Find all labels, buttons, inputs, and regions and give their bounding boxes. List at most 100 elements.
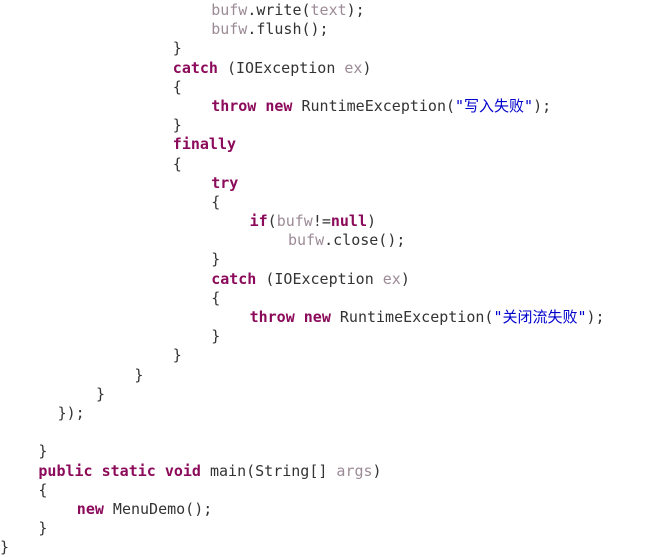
code-line[interactable]: }	[0, 538, 670, 557]
code-line[interactable]: {	[0, 193, 670, 212]
code-token-type: IOException	[274, 269, 374, 288]
code-line[interactable]: }	[0, 327, 670, 346]
code-token-punct	[374, 270, 383, 288]
code-token-punct: {	[172, 77, 182, 96]
code-token-punct: }	[96, 384, 106, 403]
code-line[interactable]: throw new RuntimeException("关闭流失败");	[0, 308, 670, 327]
code-token-punct: }	[172, 39, 182, 58]
code-line[interactable]: bufw.close();	[0, 231, 670, 250]
code-token-kw: catch	[172, 58, 218, 77]
code-lines-container: bufw.write(text); bufw.flush();} catch (IO…	[0, 1, 670, 557]
code-token-punct	[292, 97, 301, 115]
code-line[interactable]: {	[0, 481, 670, 500]
code-token-type: String[]	[255, 461, 328, 480]
code-line[interactable]: {	[0, 155, 670, 174]
code-token-punct: {	[211, 192, 221, 211]
code-token-punct: )	[362, 58, 372, 77]
code-token-str: "关闭流失败"	[493, 308, 587, 326]
code-line[interactable]: catch (IOException ex)	[0, 59, 670, 78]
code-line[interactable]: {	[0, 289, 670, 308]
code-token-punct: )	[372, 461, 382, 480]
code-token-kw: throw	[211, 96, 257, 115]
code-token-kw: finally	[172, 135, 237, 154]
code-token-punct	[201, 462, 210, 480]
code-token-punct: {	[172, 154, 182, 173]
code-token-punct: )	[367, 212, 377, 231]
code-viewer[interactable]: bufw.write(text); bufw.flush();} catch (IO…	[0, 0, 670, 556]
code-token-punct: (	[256, 269, 275, 288]
code-token-type: main(	[209, 461, 256, 480]
code-line[interactable]: }	[0, 39, 670, 58]
code-token-punct: );	[533, 96, 552, 115]
code-line[interactable]: }	[0, 250, 670, 269]
code-token-kw: void	[164, 461, 201, 480]
code-token-punct: }	[0, 538, 10, 557]
code-token-kw: null	[330, 212, 367, 231]
code-line[interactable]: catch (IOException ex)	[0, 270, 670, 289]
code-line[interactable]: if(bufw!=null)	[0, 212, 670, 231]
code-line[interactable]: {	[0, 78, 670, 97]
code-token-punct	[295, 308, 304, 326]
code-token-ident: args	[336, 461, 373, 480]
code-line[interactable]: });	[0, 404, 670, 423]
code-token-ident: bufw	[276, 212, 313, 231]
code-token-kw: catch	[211, 269, 257, 288]
code-token-punct: }	[134, 365, 144, 384]
code-token-punct: );	[346, 1, 365, 19]
code-token-punct: {	[38, 480, 48, 499]
code-token-punct: .write(	[247, 1, 311, 19]
code-line[interactable]: bufw.flush();	[0, 20, 670, 39]
code-token-type: IOException	[236, 58, 336, 77]
code-token-punct: }	[38, 442, 48, 461]
code-token-punct: });	[57, 403, 85, 422]
code-line[interactable]: bufw.write(text);	[0, 1, 670, 20]
code-token-ident: bufw	[211, 20, 248, 39]
code-token-ident: ex	[344, 58, 363, 77]
code-token-punct: }	[211, 327, 221, 346]
code-line[interactable]: }	[0, 346, 670, 365]
code-token-kw: public	[38, 461, 93, 480]
code-line[interactable]: }	[0, 116, 670, 135]
code-token-punct	[93, 462, 102, 480]
code-token-type: MenuDemo();	[112, 499, 213, 518]
code-token-ident: bufw	[211, 1, 248, 19]
code-line-blank[interactable]	[0, 423, 670, 442]
code-token-punct: }	[211, 250, 221, 269]
code-token-str: "写入失败"	[455, 96, 534, 115]
code-token-kw: if	[249, 212, 268, 231]
code-token-punct: {	[211, 288, 221, 307]
code-token-punct: (	[217, 58, 237, 77]
code-token-punct: !=	[312, 212, 331, 231]
code-token-kw: static	[101, 461, 156, 480]
code-line[interactable]: throw new RuntimeException("写入失败");	[0, 97, 670, 116]
code-token-punct: }	[172, 116, 182, 135]
code-line[interactable]: finally	[0, 135, 670, 154]
code-token-punct: )	[400, 269, 410, 288]
code-token-punct: );	[586, 308, 605, 326]
code-line[interactable]: try	[0, 174, 670, 193]
code-token-ident: bufw	[288, 231, 325, 250]
code-token-kw: try	[211, 173, 239, 192]
code-token-punct	[104, 500, 113, 518]
code-token-punct: .flush();	[247, 20, 329, 39]
code-token-type: RuntimeException(	[301, 96, 456, 115]
code-line[interactable]: new MenuDemo();	[0, 500, 670, 519]
code-token-ident: text	[310, 1, 347, 19]
code-token-kw: new	[265, 96, 293, 115]
code-token-kw: throw	[249, 308, 295, 326]
code-line[interactable]: }	[0, 385, 670, 404]
code-token-punct: }	[172, 346, 182, 365]
code-token-punct	[331, 308, 340, 326]
code-token-punct: }	[38, 519, 48, 538]
code-token-ident: ex	[382, 269, 401, 288]
code-line[interactable]: }	[0, 366, 670, 385]
code-token-punct: (	[267, 212, 277, 231]
code-line[interactable]: }	[0, 519, 670, 538]
code-line[interactable]: public static void main(String[] args)	[0, 462, 670, 481]
code-token-kw: new	[303, 308, 331, 326]
code-token-type: RuntimeException(	[339, 308, 494, 326]
code-token-punct: .close();	[324, 231, 406, 250]
code-token-punct	[156, 462, 165, 480]
code-line[interactable]: }	[0, 442, 670, 461]
code-token-kw: new	[76, 499, 104, 518]
